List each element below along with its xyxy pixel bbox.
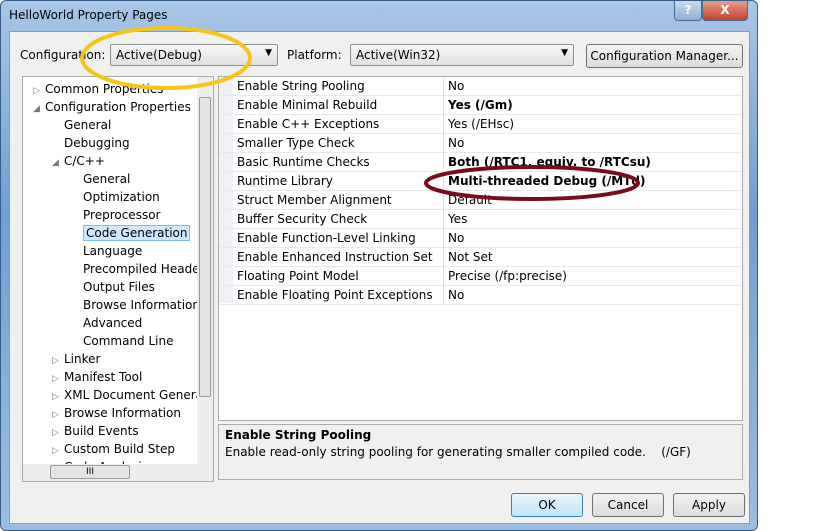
red-highlight-ellipse <box>424 165 640 201</box>
yellow-highlight-ellipse <box>80 26 252 90</box>
annotation-overlay <box>80 26 640 201</box>
